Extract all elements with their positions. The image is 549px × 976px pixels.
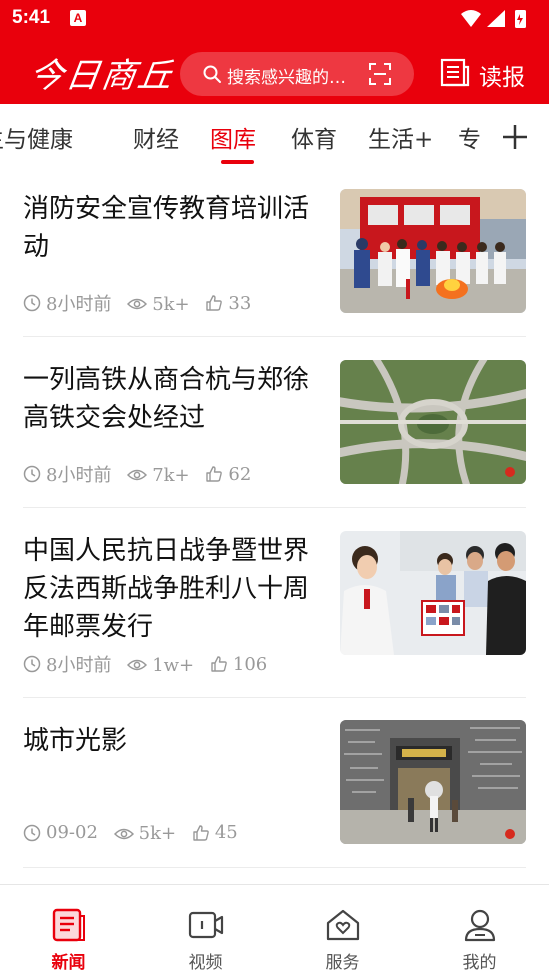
news-likes: 106 <box>232 653 268 675</box>
service-home-icon <box>326 909 359 941</box>
news-views: 7k+ <box>152 464 190 486</box>
eye-icon <box>127 298 148 310</box>
divider <box>23 336 526 337</box>
highway-interchange-aerial-photo[interactable] <box>340 360 526 484</box>
news-meta: 8小时前 5k+ 33 <box>23 290 261 315</box>
news-title[interactable]: 城市光影 <box>23 722 333 760</box>
video-icon <box>188 911 223 939</box>
news-title[interactable]: 一列高铁从商合杭与郑徐高铁交会处经过 <box>23 361 333 437</box>
news-time: 8小时前 <box>46 655 112 676</box>
news-meta: 8小时前 7k+ 62 <box>23 461 261 486</box>
nav-news[interactable]: 新闻 <box>0 885 137 976</box>
news-views: 5k+ <box>152 293 190 315</box>
firefighter-training-photo[interactable] <box>340 189 526 313</box>
thumbs-up-icon <box>206 466 223 482</box>
news-likes: 45 <box>214 822 238 843</box>
wifi-icon <box>461 10 481 27</box>
news-views: 5k+ <box>138 823 177 844</box>
profile-icon <box>464 909 495 942</box>
signal-icon <box>487 10 505 27</box>
eye-icon <box>127 469 148 481</box>
tab-special[interactable]: 专 <box>458 120 481 154</box>
thumbs-up-icon <box>206 295 223 311</box>
status-time: 5:41 <box>12 7 51 28</box>
tab-life[interactable]: 生活+ <box>368 120 433 154</box>
divider <box>23 697 526 698</box>
active-tab-indicator <box>221 160 254 164</box>
nav-service[interactable]: 服务 <box>274 885 411 976</box>
news-meta: 09-02 5k+ 45 <box>23 822 248 846</box>
app-header: 今日商丘 搜索感兴趣的… 读报 <box>0 38 549 104</box>
nav-video[interactable]: 视频 <box>137 885 274 976</box>
tab-health[interactable]: 卫生与健康 <box>0 120 73 154</box>
city-street-photo[interactable] <box>340 720 526 844</box>
nav-profile-label: 我的 <box>462 953 497 973</box>
news-title[interactable]: 消防安全宣传教育培训活动 <box>23 190 333 266</box>
eye-icon <box>127 659 148 671</box>
divider <box>23 867 526 868</box>
category-tabs: 卫生与健康 财经 图库 体育 生活+ 专 <box>0 104 549 166</box>
newspaper-icon <box>440 58 470 87</box>
add-channel-icon[interactable] <box>500 122 530 152</box>
news-time: 8小时前 <box>46 294 112 315</box>
news-likes: 62 <box>228 463 252 485</box>
stamp-release-photo[interactable] <box>340 531 526 655</box>
search-bar[interactable]: 搜索感兴趣的… <box>180 52 414 96</box>
news-likes: 33 <box>228 292 252 314</box>
read-label: 读报 <box>479 65 525 91</box>
news-meta: 8小时前 1w+ 106 <box>23 651 277 676</box>
bottom-nav: 新闻 视频 服务 我的 <box>0 884 549 976</box>
thumbs-up-icon <box>211 656 227 672</box>
search-placeholder: 搜索感兴趣的… <box>227 68 346 88</box>
nav-profile[interactable]: 我的 <box>411 885 548 976</box>
divider <box>23 507 526 508</box>
eye-icon <box>113 828 134 839</box>
notification-a-icon: A <box>70 10 86 26</box>
nav-service-label: 服务 <box>325 953 360 973</box>
news-title[interactable]: 中国人民抗日战争暨世界反法西斯战争胜利八十周年邮票发行 <box>23 532 333 646</box>
nav-news-label: 新闻 <box>51 953 86 973</box>
clock-icon <box>23 824 41 841</box>
news-time: 8小时前 <box>46 465 112 486</box>
thumbs-up-icon <box>193 824 209 841</box>
app-logo[interactable]: 今日商丘 <box>27 48 178 97</box>
news-time: 09-02 <box>46 822 98 843</box>
news-views: 1w+ <box>152 654 195 676</box>
nav-video-label: 视频 <box>188 953 223 973</box>
status-icons <box>461 10 526 28</box>
tab-finance[interactable]: 财经 <box>133 120 179 154</box>
scan-icon[interactable] <box>369 63 391 85</box>
clock-icon <box>23 294 41 312</box>
tab-gallery[interactable]: 图库 <box>210 120 256 154</box>
clock-icon <box>23 465 41 483</box>
tab-sports[interactable]: 体育 <box>291 120 337 154</box>
status-bar: 5:41 A <box>0 0 549 38</box>
news-icon <box>52 908 85 942</box>
search-icon <box>203 65 221 83</box>
clock-icon <box>23 655 41 673</box>
